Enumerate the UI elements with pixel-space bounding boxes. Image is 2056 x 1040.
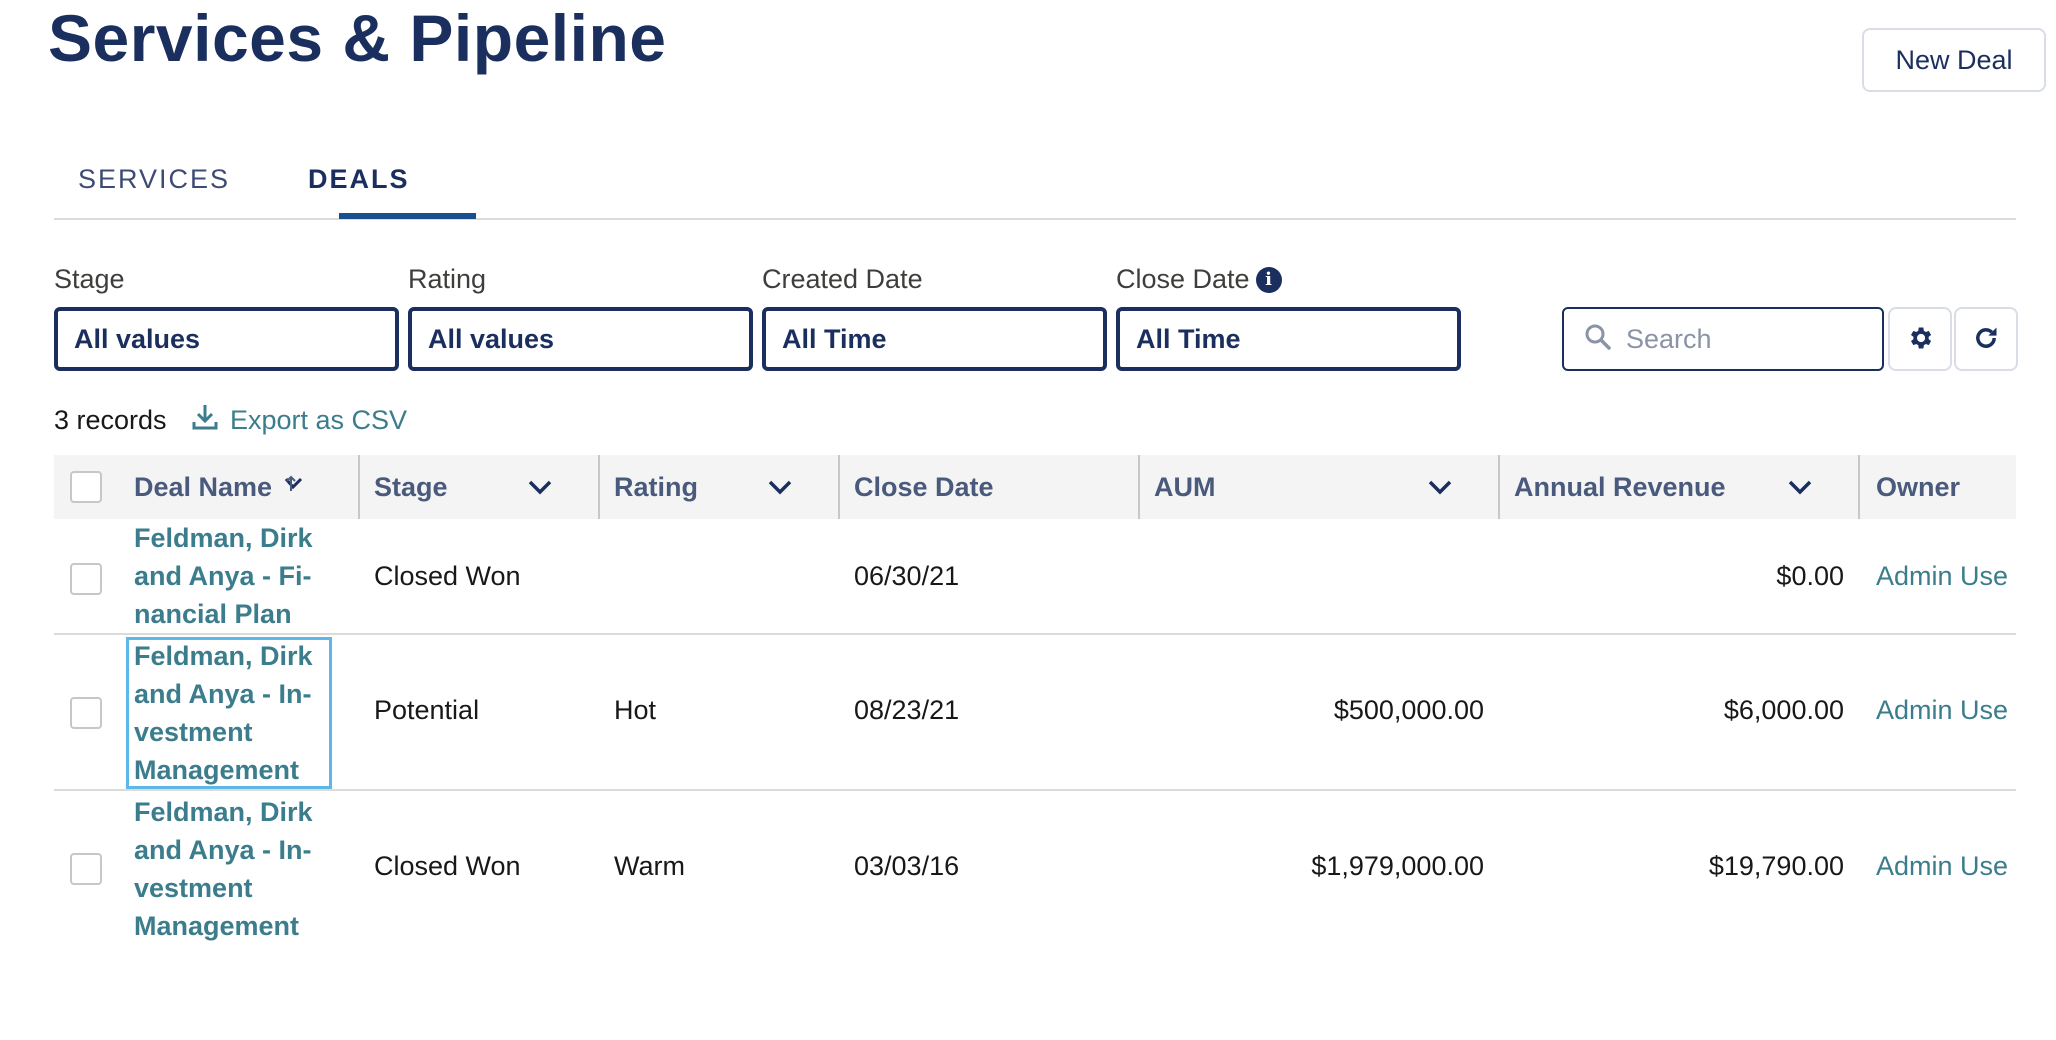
- column-header-annual-revenue[interactable]: Annual Revenue: [1514, 455, 1726, 519]
- settings-button[interactable]: [1888, 307, 1952, 371]
- rating-filter-select[interactable]: All values: [408, 307, 753, 371]
- close-date-cell: 08/23/21: [854, 695, 960, 725]
- column-divider[interactable]: [1858, 455, 1860, 519]
- chevron-down-icon[interactable]: [1786, 473, 1814, 506]
- rating-cell: Warm: [614, 851, 685, 881]
- stage-cell: Closed Won: [374, 561, 521, 591]
- annual-revenue-cell: $6,000.00: [1723, 695, 1844, 725]
- column-header-rating[interactable]: Rating: [614, 455, 698, 519]
- aum-cell: $500,000.00: [1333, 695, 1484, 725]
- column-header-deal-name[interactable]: Deal Name: [134, 455, 308, 519]
- deal-name-link[interactable]: Feldman, Dirk and Anya - In-vestment Man…: [134, 637, 324, 789]
- search-icon: [1584, 323, 1612, 356]
- export-csv-link[interactable]: Export as CSV: [190, 402, 407, 439]
- close-date-filter-select[interactable]: All Time: [1116, 307, 1461, 371]
- chevron-down-icon[interactable]: [526, 473, 554, 506]
- close-date-cell: 03/03/16: [854, 851, 960, 881]
- select-all-checkbox[interactable]: [70, 471, 102, 503]
- deals-table: Deal Name Stage Rating Close Date AUM An…: [54, 455, 2016, 947]
- table-header: Deal Name Stage Rating Close Date AUM An…: [54, 455, 2016, 519]
- table-row: Feldman, Dirk and Anya - In-vestment Man…: [54, 635, 2016, 791]
- aum-cell: $1,979,000.00: [1311, 851, 1484, 881]
- rating-cell: Hot: [614, 695, 657, 725]
- gear-icon: [1906, 324, 1934, 355]
- tab-services[interactable]: SERVICES: [78, 164, 230, 220]
- chevron-down-icon[interactable]: [766, 473, 794, 506]
- column-header-aum[interactable]: AUM: [1154, 455, 1216, 519]
- close-date-filter-label: Close Date i: [1116, 264, 1282, 295]
- stage-filter-select[interactable]: All values: [54, 307, 399, 371]
- deal-name-link[interactable]: Feldman, Dirk and Anya - In-vestment Man…: [134, 793, 324, 945]
- row-checkbox[interactable]: [70, 853, 102, 885]
- info-icon[interactable]: i: [1255, 266, 1282, 293]
- row-checkbox[interactable]: [70, 697, 102, 729]
- new-deal-button[interactable]: New Deal: [1862, 28, 2046, 92]
- chevron-down-icon[interactable]: [1426, 473, 1454, 506]
- search-box[interactable]: [1562, 307, 1884, 371]
- download-icon: [190, 402, 220, 439]
- tab-bar: SERVICES DEALS: [54, 140, 2016, 220]
- table-row: Feldman, Dirk and Anya - Fi-nancial Plan…: [54, 519, 2016, 635]
- deal-name-link[interactable]: Feldman, Dirk and Anya - Fi-nancial Plan: [134, 519, 324, 633]
- created-date-filter-label: Created Date: [762, 264, 923, 294]
- row-checkbox[interactable]: [70, 563, 102, 595]
- owner-link[interactable]: Admin Use: [1876, 561, 2016, 592]
- annual-revenue-cell: $0.00: [1776, 561, 1844, 591]
- tab-deals[interactable]: DEALS: [308, 164, 410, 220]
- column-header-close-date[interactable]: Close Date: [854, 455, 994, 519]
- stage-cell: Potential: [374, 695, 480, 725]
- annual-revenue-cell: $19,790.00: [1708, 851, 1844, 881]
- sort-icon[interactable]: [282, 471, 308, 504]
- search-input[interactable]: [1626, 323, 1866, 355]
- stage-cell: Closed Won: [374, 851, 521, 881]
- close-date-cell: 06/30/21: [854, 561, 960, 591]
- column-header-stage[interactable]: Stage: [374, 455, 448, 519]
- owner-link[interactable]: Admin Use: [1876, 851, 2016, 882]
- table-row: Feldman, Dirk and Anya - In-vestment Man…: [54, 791, 2016, 947]
- refresh-icon: [1972, 324, 2000, 355]
- created-date-filter-select[interactable]: All Time: [762, 307, 1107, 371]
- active-tab-indicator: [339, 213, 476, 219]
- export-csv-label[interactable]: Export as CSV: [230, 405, 407, 436]
- page-title: Services & Pipeline: [48, 1, 667, 75]
- rating-filter-label: Rating: [408, 264, 487, 294]
- column-divider[interactable]: [1498, 455, 1500, 519]
- column-header-owner[interactable]: Owner: [1876, 455, 1960, 519]
- column-divider[interactable]: [1138, 455, 1140, 519]
- column-divider[interactable]: [358, 455, 360, 519]
- stage-filter-label: Stage: [54, 264, 125, 294]
- column-divider[interactable]: [838, 455, 840, 519]
- owner-link[interactable]: Admin Use: [1876, 695, 2016, 726]
- refresh-button[interactable]: [1954, 307, 2018, 371]
- record-count: 3 records: [54, 405, 167, 435]
- column-divider[interactable]: [598, 455, 600, 519]
